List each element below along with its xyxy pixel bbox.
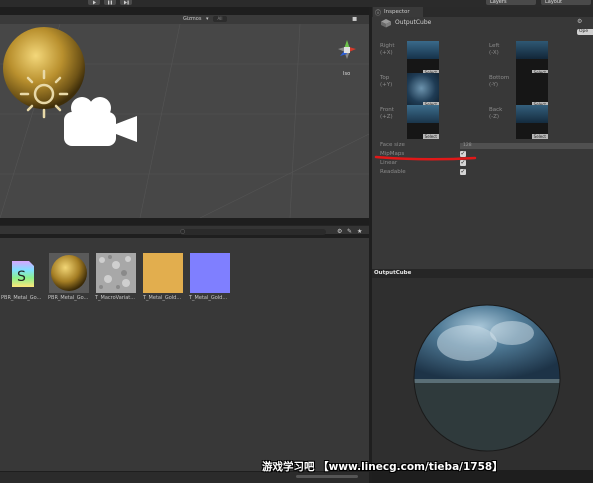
face-label-top: Top (+Y) <box>380 75 393 88</box>
face-slot-front[interactable]: Select <box>407 105 439 139</box>
main-toolbar: Layers Layout <box>0 0 593 7</box>
layers-dropdown[interactable]: Layers <box>486 0 536 5</box>
red-annotation-line <box>374 155 477 161</box>
play-icon <box>93 0 96 5</box>
face-texture-preview <box>516 105 548 123</box>
select-button[interactable]: Select <box>531 134 548 139</box>
pause-button[interactable] <box>104 0 116 5</box>
filter-type-icon[interactable]: ⚙ <box>337 228 342 235</box>
step-icon <box>124 0 129 5</box>
asset-label: T_MacroVariat... <box>95 295 136 301</box>
asset-thumbnail-shader[interactable]: S <box>3 253 43 293</box>
select-button[interactable]: Select <box>422 134 439 139</box>
project-search-input[interactable] <box>180 229 326 235</box>
gizmos-dropdown[interactable]: Gizmos <box>183 16 201 22</box>
face-slot-right[interactable]: Select <box>407 41 439 75</box>
filter-label-icon[interactable]: ✎ <box>347 228 352 235</box>
gizmos-search-input[interactable]: All <box>213 16 227 22</box>
watermark-text: 游戏学习吧 【www.linecg.com/tieba/1758】 <box>262 461 503 473</box>
face-size-dropdown[interactable]: 128 <box>460 143 593 149</box>
pause-icon <box>108 0 112 5</box>
cubemap-icon <box>381 19 391 28</box>
object-name: OutputCube <box>395 19 432 26</box>
settings-gear-icon[interactable]: ⚙ <box>577 18 582 25</box>
play-button[interactable] <box>88 0 100 5</box>
step-button[interactable] <box>120 0 132 5</box>
asset-thumbnail-gold-texture[interactable] <box>143 253 183 293</box>
iso-label[interactable]: Iso <box>343 71 350 77</box>
asset-thumbnail-normal-map[interactable] <box>190 253 230 293</box>
asset-thumbnail-material[interactable] <box>49 253 89 293</box>
thumbnail-size-slider[interactable] <box>296 475 358 478</box>
face-label-front: Front (+Z) <box>380 107 394 120</box>
face-size-label: Face size <box>380 142 405 148</box>
face-label-bottom: Bottom (-Y) <box>489 75 510 88</box>
scene-toolbar: Gizmos ▾ All ▪ <box>0 14 369 24</box>
svg-text:S: S <box>17 269 26 285</box>
gizmos-arrow-icon: ▾ <box>206 16 209 22</box>
face-slot-back[interactable]: Select <box>516 105 548 139</box>
asset-label: T_Metal_Gold... <box>189 295 228 301</box>
face-texture-preview <box>407 105 439 123</box>
scene-view[interactable]: Iso <box>0 24 369 218</box>
face-texture-preview <box>407 41 439 59</box>
asset-label: PBR_Metal_Go... <box>48 295 89 301</box>
search-icon: ○ <box>180 228 186 235</box>
asset-label: PBR_Metal_Go... <box>1 295 42 301</box>
favorite-star-icon[interactable]: ★ <box>357 228 362 235</box>
panel-menu-icon[interactable]: ▪ <box>352 14 357 23</box>
info-icon: ⓘ <box>375 10 382 17</box>
face-slot-left[interactable]: Select <box>516 41 548 75</box>
face-label-back: Back (-Z) <box>489 107 503 120</box>
preview-title: OutputCube <box>372 269 593 278</box>
preview-panel[interactable] <box>372 278 593 470</box>
readable-label: Readable <box>380 169 406 175</box>
asset-thumbnail-noise-texture[interactable] <box>96 253 136 293</box>
shader-file-icon: S <box>12 261 34 287</box>
open-button[interactable]: Ope <box>577 29 593 35</box>
reflective-sphere-preview <box>413 304 561 452</box>
material-sphere-icon <box>51 255 87 291</box>
camera-icon[interactable] <box>60 94 140 154</box>
face-label-left: Left (-X) <box>489 43 500 56</box>
layout-dropdown[interactable]: Layout <box>541 0 591 5</box>
face-slot-top[interactable]: Select <box>407 73 439 107</box>
face-label-right: Right (+X) <box>380 43 395 56</box>
readable-checkbox[interactable]: ✓ <box>460 169 466 175</box>
noise-texture-preview <box>99 255 131 289</box>
face-slot-bottom[interactable]: Select <box>516 73 548 107</box>
orientation-gizmo[interactable] <box>334 36 360 68</box>
face-texture-preview <box>516 41 548 59</box>
asset-label: T_Metal_Gold... <box>143 295 182 301</box>
